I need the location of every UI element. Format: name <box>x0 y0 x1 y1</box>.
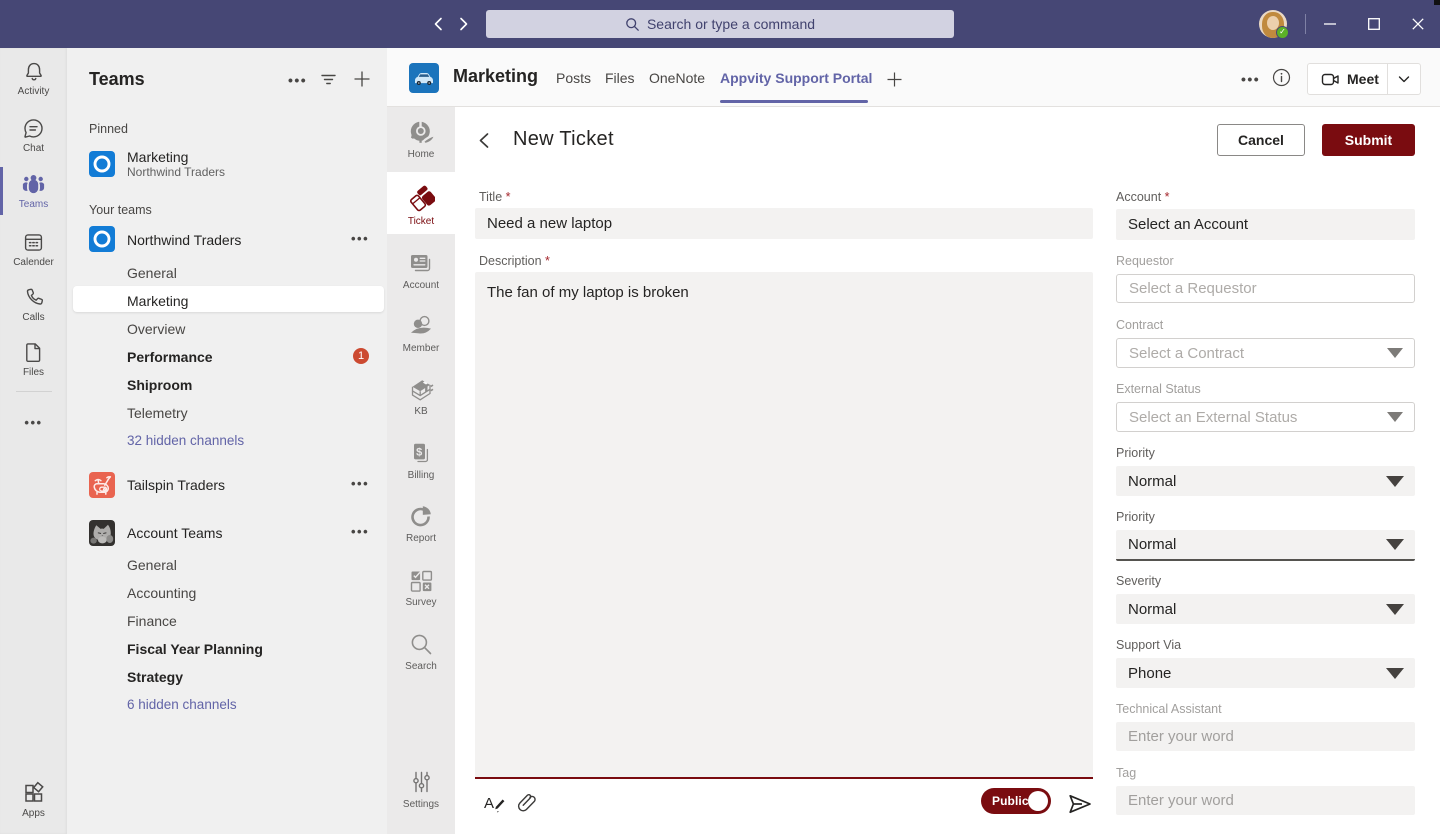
svg-text:A: A <box>484 795 494 812</box>
svg-text:$: $ <box>416 446 422 458</box>
